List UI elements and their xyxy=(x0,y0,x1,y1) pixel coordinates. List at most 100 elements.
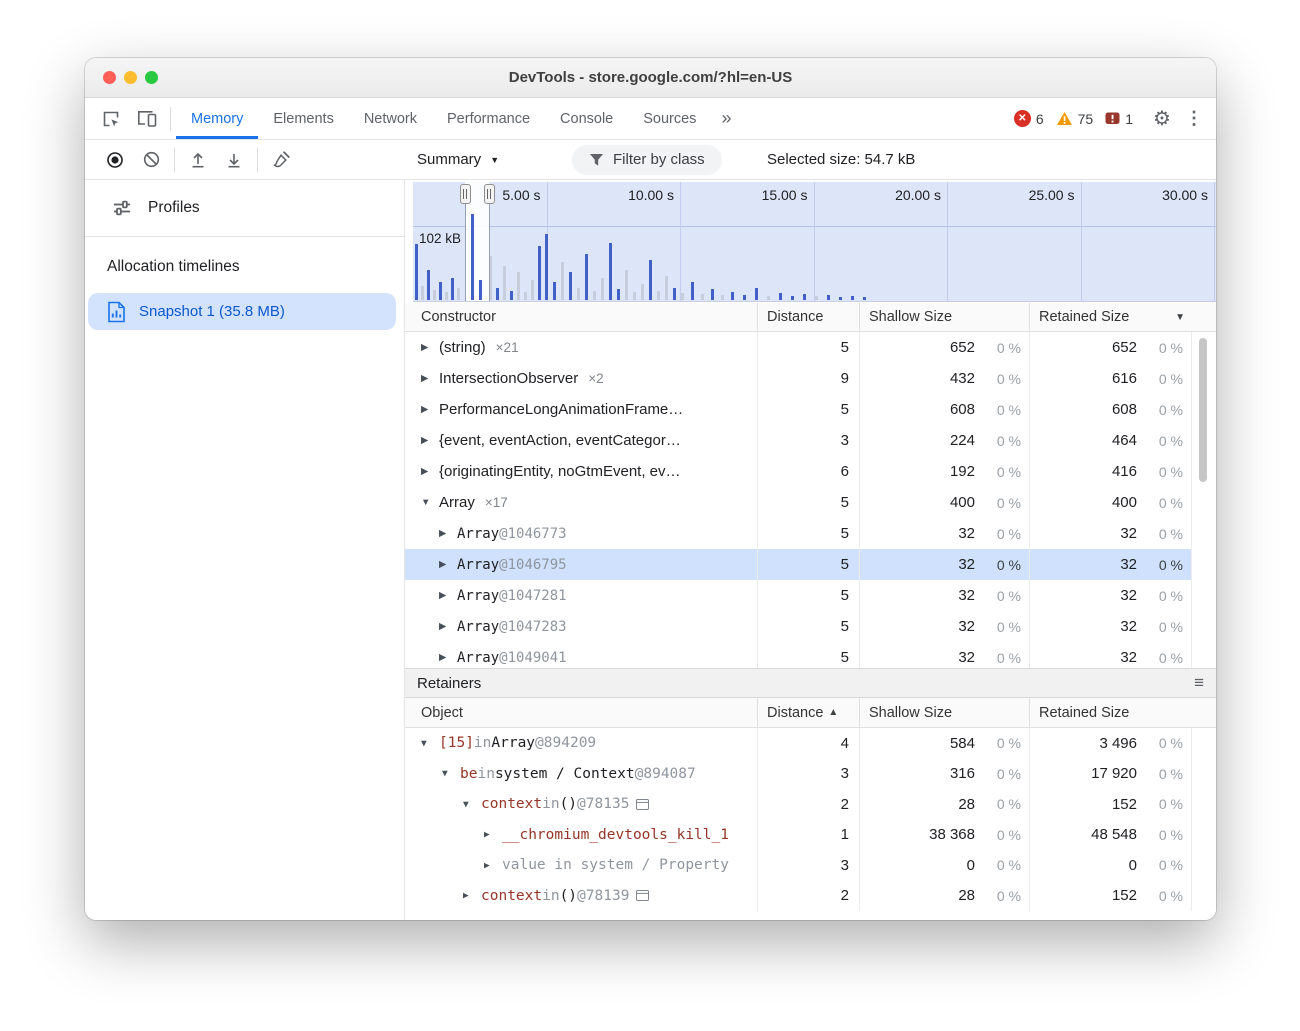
retainer-row[interactable]: ▶value in system / Property300 %00 % xyxy=(405,850,1216,881)
expand-arrow-icon[interactable]: ▶ xyxy=(439,590,457,601)
perspective-select[interactable]: Summary ▼ xyxy=(417,151,499,168)
expand-arrow-icon[interactable]: ▶ xyxy=(484,860,502,871)
size-value: 17 920 xyxy=(1038,765,1137,782)
timeline-bar xyxy=(531,280,534,300)
size-percent: 0 % xyxy=(975,888,1021,904)
column-header-distance[interactable]: Distance xyxy=(758,303,860,331)
device-toolbar-button[interactable] xyxy=(129,101,165,137)
column-header-retained-size[interactable]: Retained Size▼ xyxy=(1030,303,1216,331)
expand-arrow-icon[interactable]: ▶ xyxy=(421,435,439,446)
timeline-selection-handle-right[interactable] xyxy=(484,184,495,204)
vertical-scrollbar-thumb[interactable] xyxy=(1199,338,1207,482)
constructor-row[interactable]: ▶IntersectionObserver×294320 %6160 % xyxy=(405,363,1216,394)
tab-console[interactable]: Console xyxy=(545,98,628,139)
timeline-overview[interactable]: 102 kB 5.00 s10.00 s15.00 s20.00 s25.00 … xyxy=(413,182,1216,302)
constructor-row[interactable]: ▶Array @10467955320 %320 % xyxy=(405,549,1216,580)
constructor-row[interactable]: ▶Array @10490415320 %320 % xyxy=(405,642,1216,668)
constructor-row[interactable]: ▶Array @10472835320 %320 % xyxy=(405,611,1216,642)
column-header-distance[interactable]: Distance▲ xyxy=(758,698,860,727)
column-header-constructor[interactable]: Constructor xyxy=(405,303,758,331)
retainer-text-prop: be xyxy=(460,766,477,782)
collapse-arrow-icon[interactable]: ▼ xyxy=(421,497,439,508)
screen: DevTools - store.google.com/?hl=en-US Me… xyxy=(0,0,1300,1031)
collapse-arrow-icon[interactable]: ▼ xyxy=(421,738,439,749)
retainer-row[interactable]: ▶context in () @781392280 %1520 % xyxy=(405,881,1216,912)
constructor-row[interactable]: ▶Array @10472815320 %320 % xyxy=(405,580,1216,611)
retainers-menu-icon[interactable]: ≡ xyxy=(1194,673,1204,693)
tab-memory[interactable]: Memory xyxy=(176,98,258,139)
expand-arrow-icon[interactable]: ▶ xyxy=(439,559,457,570)
heap-snapshot-icon xyxy=(107,301,126,323)
timeline-bar xyxy=(641,284,644,300)
column-header-shallow-size[interactable]: Shallow Size xyxy=(860,303,1030,331)
warning-badge-icon[interactable] xyxy=(1056,111,1073,126)
size-value: 32 xyxy=(868,618,975,635)
collapse-arrow-icon[interactable]: ▼ xyxy=(442,768,460,779)
inspect-element-button[interactable] xyxy=(93,101,129,137)
retainer-row[interactable]: ▼context in () @781352280 %1520 % xyxy=(405,789,1216,820)
save-profile-icon[interactable] xyxy=(216,142,252,178)
expand-arrow-icon[interactable]: ▶ xyxy=(421,466,439,477)
retainer-row[interactable]: ▼be in system / Context @89408733160 %17… xyxy=(405,759,1216,790)
timeline-bar xyxy=(609,243,612,300)
tab-network[interactable]: Network xyxy=(349,98,432,139)
expand-arrow-icon[interactable]: ▶ xyxy=(484,829,502,840)
constructor-row[interactable]: ▼Array×1754000 %4000 % xyxy=(405,487,1216,518)
panel-body: Profiles Allocation timelines Snapshot 1… xyxy=(85,180,1216,920)
column-header-object[interactable]: Object xyxy=(405,698,758,727)
kebab-menu-icon[interactable]: ⋮ xyxy=(1184,108,1204,129)
expand-arrow-icon[interactable]: ▶ xyxy=(463,890,481,901)
constructor-cell-name: ▼Array×17 xyxy=(405,487,758,518)
size-value: 652 xyxy=(1038,339,1137,356)
more-tabs-button[interactable]: » xyxy=(711,108,741,129)
zoom-window-button[interactable] xyxy=(145,71,158,84)
size-cell: 48 5480 % xyxy=(1030,820,1192,851)
retainers-section-header[interactable]: Retainers ≡ xyxy=(405,668,1216,698)
tab-sources[interactable]: Sources xyxy=(628,98,711,139)
snapshot-list-item[interactable]: Snapshot 1 (35.8 MB) xyxy=(88,293,396,330)
expand-arrow-icon[interactable]: ▶ xyxy=(421,373,439,384)
tab-elements[interactable]: Elements xyxy=(258,98,348,139)
constructor-row[interactable]: ▶{event, eventAction, eventCategor…32240… xyxy=(405,425,1216,456)
expand-arrow-icon[interactable]: ▶ xyxy=(439,621,457,632)
timeline-bar xyxy=(439,282,442,300)
expand-arrow-icon[interactable]: ▶ xyxy=(439,652,457,663)
divider xyxy=(174,148,175,172)
column-header-retained-size[interactable]: Retained Size xyxy=(1030,698,1216,727)
close-window-button[interactable] xyxy=(103,71,116,84)
constructor-row[interactable]: ▶PerformanceLongAnimationFrame…56080 %60… xyxy=(405,394,1216,425)
size-value: 32 xyxy=(868,525,975,542)
record-allocation-button[interactable] xyxy=(97,142,133,178)
timeline-bar xyxy=(649,260,652,300)
timeline-selection-handle-left[interactable] xyxy=(460,184,471,204)
error-badge-icon[interactable]: ✕ xyxy=(1014,110,1031,127)
selected-size-label: Selected size: 54.7 kB xyxy=(767,151,915,168)
distance-cell: 2 xyxy=(758,789,860,820)
expand-arrow-icon[interactable]: ▶ xyxy=(439,528,457,539)
titlebar[interactable]: DevTools - store.google.com/?hl=en-US xyxy=(85,58,1216,98)
class-filter-input[interactable]: Filter by class xyxy=(572,145,722,175)
issues-badge-icon[interactable] xyxy=(1105,112,1120,126)
collect-garbage-icon[interactable] xyxy=(263,142,299,178)
settings-gear-icon[interactable]: ⚙ xyxy=(1145,106,1179,131)
retainer-row[interactable]: ▶__chromium_devtools_kill_1138 3680 %48 … xyxy=(405,820,1216,851)
load-profile-icon[interactable] xyxy=(180,142,216,178)
constructor-row[interactable]: ▶Array @10467735320 %320 % xyxy=(405,518,1216,549)
frame-icon[interactable] xyxy=(636,890,649,901)
constructor-row[interactable]: ▶(string)×2156520 %6520 % xyxy=(405,332,1216,363)
profiles-sidebar: Profiles Allocation timelines Snapshot 1… xyxy=(85,180,405,920)
expand-arrow-icon[interactable]: ▶ xyxy=(421,342,439,353)
expand-arrow-icon[interactable]: ▶ xyxy=(421,404,439,415)
column-header-shallow-size[interactable]: Shallow Size xyxy=(860,698,1030,727)
tab-performance[interactable]: Performance xyxy=(432,98,545,139)
retainer-row[interactable]: ▼[15] in Array @89420945840 %3 4960 % xyxy=(405,728,1216,759)
collapse-arrow-icon[interactable]: ▼ xyxy=(463,799,481,810)
timeline-bar xyxy=(553,282,556,300)
minimize-window-button[interactable] xyxy=(124,71,137,84)
timeline-bar xyxy=(517,272,520,300)
constructor-cell-name: ▶Array @1046795 xyxy=(405,549,758,580)
constructor-row[interactable]: ▶{originatingEntity, noGtmEvent, ev…6192… xyxy=(405,456,1216,487)
frame-icon[interactable] xyxy=(636,799,649,810)
row-gutter xyxy=(1192,881,1216,912)
clear-profiles-icon[interactable] xyxy=(133,142,169,178)
